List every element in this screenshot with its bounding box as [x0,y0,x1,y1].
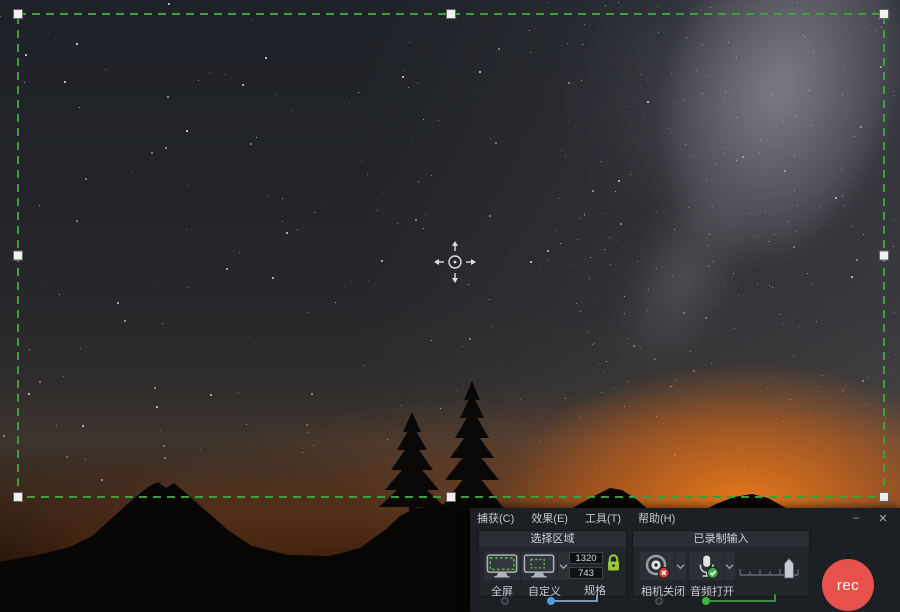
handle-top-middle[interactable] [447,10,456,19]
select-area-title: 选择区域 [479,531,626,547]
custom-region-button[interactable]: 自定义 [521,552,569,599]
window-controls: – ✕ [849,512,890,525]
dimensions-label: 规格 [584,582,606,598]
dimensions-tool: 规格 [569,552,621,598]
handle-bottom-middle[interactable] [447,493,456,502]
recorded-inputs-title: 已录制输入 [633,531,809,547]
height-field[interactable] [569,567,603,579]
fullscreen-monitor-icon [484,552,520,580]
aspect-lock-icon[interactable] [606,552,621,579]
selection-region-border[interactable] [18,14,884,497]
custom-region-chevron-down-icon[interactable] [558,552,569,580]
handle-bottom-left[interactable] [14,493,23,502]
record-button[interactable]: rec [822,559,874,611]
custom-region-monitor-icon [521,552,557,580]
minimize-button[interactable]: – [849,512,863,525]
audio-chevron-down-icon[interactable] [724,552,735,580]
audio-slider-handle[interactable] [785,559,794,579]
fullscreen-button[interactable]: 全屏 [484,552,520,599]
crosshair-cursor[interactable] [434,241,476,283]
menu-bar: 捕获(C) 效果(E) 工具(T) 帮助(H) – ✕ [470,508,900,528]
recorder-panel: 捕获(C) 效果(E) 工具(T) 帮助(H) – ✕ 选择区域 [470,508,900,612]
camera-status-label: 相机关闭 [641,583,685,599]
menu-help[interactable]: 帮助(H) [638,510,675,526]
screen: 捕获(C) 效果(E) 工具(T) 帮助(H) – ✕ 选择区域 [0,0,900,612]
custom-region-label: 自定义 [528,583,561,599]
recorded-inputs-group: 已录制输入 [632,530,810,597]
handle-middle-right[interactable] [880,251,889,260]
menu-tools[interactable]: 工具(T) [585,510,621,526]
audio-toggle-button[interactable]: 音频打开 [689,552,735,599]
select-area-group: 选择区域 [478,530,627,597]
handle-top-left[interactable] [14,10,23,19]
camera-chevron-down-icon[interactable] [675,552,686,580]
handle-middle-left[interactable] [14,251,23,260]
close-button[interactable]: ✕ [876,512,890,525]
menu-capture[interactable]: 捕获(C) [477,510,514,526]
width-field[interactable] [569,552,603,564]
menu-effects[interactable]: 效果(E) [531,510,568,526]
selection-handles[interactable] [14,10,889,502]
camera-toggle-button[interactable]: 相机关闭 [640,552,686,599]
microphone-on-icon [689,552,723,580]
audio-status-label: 音频打开 [690,583,734,599]
handle-top-right[interactable] [880,10,889,19]
handle-bottom-right[interactable] [880,493,889,502]
panel-content: 选择区域 [470,528,900,612]
webcam-off-icon [640,552,674,580]
fullscreen-label: 全屏 [491,583,513,599]
audio-level-slider[interactable] [738,554,802,589]
